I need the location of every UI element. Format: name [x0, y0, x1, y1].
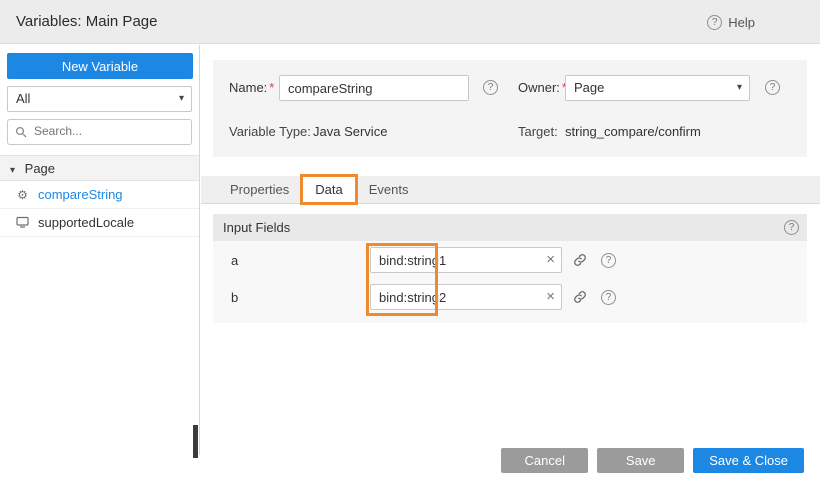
name-input[interactable]: [279, 75, 469, 101]
service-variable-gear-icon: ⚙: [15, 189, 30, 201]
variable-summary-panel: Name:* ? Owner:* Page ▾ ? Variable Type:…: [213, 60, 807, 157]
owner-label: Owner:: [518, 80, 560, 95]
sidebar-scrollbar-thumb[interactable]: [193, 425, 198, 458]
tree-group-page[interactable]: ▾ Page: [0, 155, 199, 181]
main-content: Name:* ? Owner:* Page ▾ ? Variable Type:…: [201, 45, 820, 490]
tab-events[interactable]: Events: [356, 176, 422, 203]
bind-link-icon[interactable]: [573, 290, 587, 307]
target-value: string_compare/confirm: [565, 124, 701, 139]
sidebar-item-supportedlocale[interactable]: supportedLocale: [0, 209, 199, 237]
input-fields-help-icon[interactable]: ?: [784, 220, 799, 235]
clear-icon[interactable]: ×: [546, 288, 555, 306]
tree-item-label: supportedLocale: [38, 215, 134, 230]
sidebar: New Variable All ▾ ▾ Page ⚙ compareStrin…: [0, 45, 200, 455]
target-label: Target:: [518, 124, 558, 139]
input-fields-title: Input Fields: [223, 220, 290, 235]
search-icon: [15, 126, 27, 138]
save-button[interactable]: Save: [597, 448, 684, 473]
search-input[interactable]: [32, 120, 182, 142]
variable-type-label: Variable Type:: [229, 124, 311, 139]
bind-link-icon[interactable]: [573, 253, 587, 270]
field-label: b: [231, 290, 238, 305]
field-input-wrap: ×: [370, 247, 562, 273]
field-a-binding-input[interactable]: [370, 247, 562, 273]
locale-variable-icon: [15, 216, 30, 230]
field-help-icon[interactable]: ?: [601, 253, 616, 268]
footer-buttons: Cancel Save Save & Close: [501, 448, 804, 473]
owner-label-wrap: Owner:*: [518, 80, 567, 95]
name-help-icon[interactable]: ?: [483, 80, 498, 95]
field-input-wrap: ×: [370, 284, 562, 310]
clear-icon[interactable]: ×: [546, 251, 555, 269]
owner-select[interactable]: Page ▾: [565, 75, 750, 101]
page-title: Variables: Main Page: [16, 0, 157, 44]
sidebar-item-comparestring[interactable]: ⚙ compareString: [0, 181, 199, 209]
input-field-row-a: a × ?: [213, 247, 807, 273]
input-fields-rows: a × ? b ×: [213, 241, 807, 323]
field-label: a: [231, 253, 238, 268]
help-question-icon: ?: [707, 15, 722, 30]
tree-item-label: compareString: [38, 187, 123, 202]
field-help-icon[interactable]: ?: [601, 290, 616, 305]
owner-help-icon[interactable]: ?: [765, 80, 780, 95]
header: Variables: Main Page ? Help: [0, 0, 820, 44]
field-b-binding-input[interactable]: [370, 284, 562, 310]
variable-filter-select[interactable]: All ▾: [7, 86, 192, 112]
input-field-row-b: b × ?: [213, 284, 807, 310]
required-asterisk: *: [269, 80, 274, 95]
save-close-button[interactable]: Save & Close: [693, 448, 804, 473]
chevron-down-icon: ▾: [179, 87, 184, 111]
variable-type-value: Java Service: [313, 124, 387, 139]
variable-filter-value: All: [16, 91, 30, 106]
help-link[interactable]: ? Help: [707, 0, 755, 44]
collapse-arrow-icon: ▾: [10, 165, 15, 176]
help-label: Help: [728, 15, 755, 30]
tab-properties[interactable]: Properties: [217, 176, 302, 203]
owner-value: Page: [574, 80, 604, 95]
search-box: [7, 119, 192, 145]
chevron-down-icon: ▾: [737, 76, 742, 100]
tab-bar: Properties Data Events: [201, 176, 820, 204]
name-label: Name:: [229, 80, 267, 95]
name-label-wrap: Name:*: [229, 80, 274, 95]
tree-group-label: Page: [25, 161, 55, 176]
input-fields-header: Input Fields ?: [213, 214, 807, 241]
tab-data[interactable]: Data: [302, 176, 355, 203]
cancel-button[interactable]: Cancel: [501, 448, 588, 473]
new-variable-button[interactable]: New Variable: [7, 53, 193, 79]
